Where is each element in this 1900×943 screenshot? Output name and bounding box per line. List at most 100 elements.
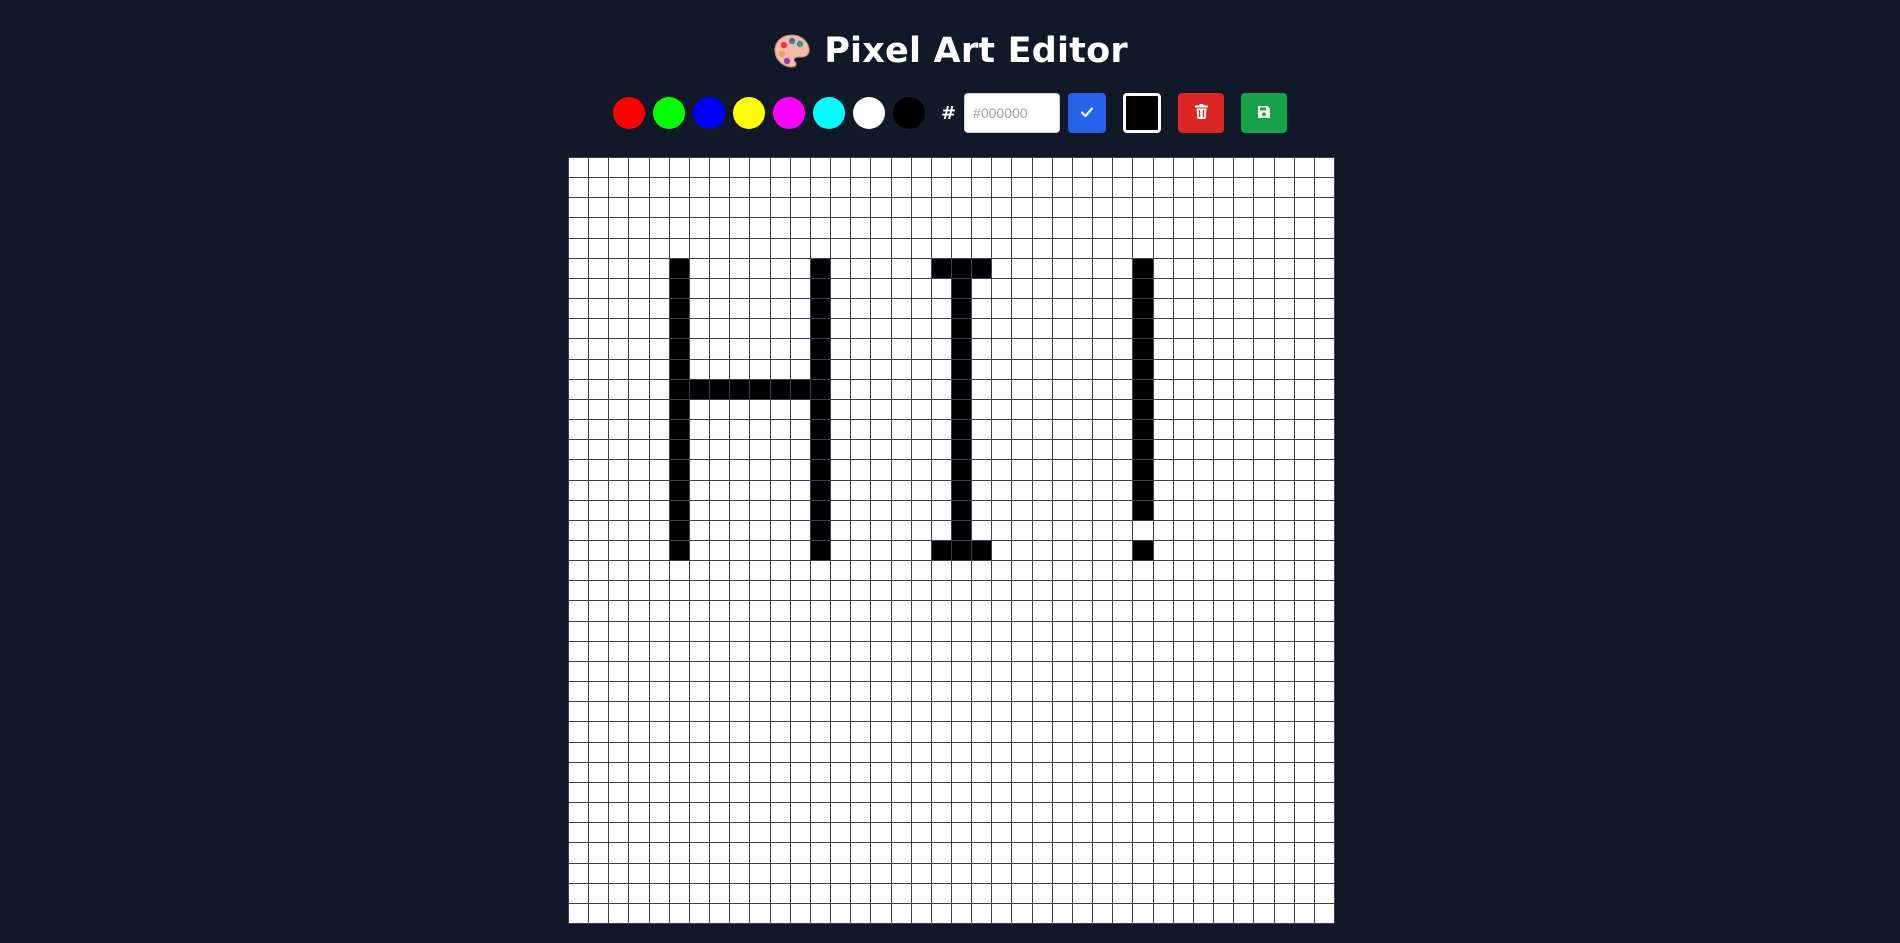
pixel-cell[interactable] <box>1214 883 1234 903</box>
pixel-cell[interactable] <box>669 158 689 178</box>
pixel-cell[interactable] <box>1052 440 1072 460</box>
pixel-cell[interactable] <box>1093 520 1113 540</box>
pixel-cell[interactable] <box>609 903 629 923</box>
pixel-cell[interactable] <box>710 742 730 762</box>
pixel-cell[interactable] <box>972 661 992 682</box>
pixel-cell[interactable] <box>851 198 871 218</box>
pixel-cell[interactable] <box>730 500 750 520</box>
pixel-cell[interactable] <box>689 399 710 420</box>
pixel-cell[interactable] <box>851 359 871 379</box>
pixel-cell[interactable] <box>1113 843 1133 863</box>
pixel-cell[interactable] <box>1113 823 1133 843</box>
pixel-cell[interactable] <box>1173 641 1193 661</box>
pixel-cell[interactable] <box>1012 460 1032 480</box>
pixel-cell[interactable] <box>609 661 629 682</box>
pixel-cell[interactable] <box>790 540 810 561</box>
pixel-cell[interactable] <box>1153 863 1173 883</box>
pixel-cell[interactable] <box>1274 601 1294 621</box>
pixel-cell[interactable] <box>972 863 992 883</box>
pixel-cell[interactable] <box>1294 399 1314 420</box>
pixel-cell[interactable] <box>1173 278 1193 299</box>
pixel-cell[interactable] <box>810 561 831 581</box>
pixel-cell[interactable] <box>1072 561 1093 581</box>
pixel-cell[interactable] <box>629 278 649 299</box>
pixel-cell[interactable] <box>770 843 790 863</box>
pixel-cell[interactable] <box>1314 158 1334 178</box>
pixel-cell[interactable] <box>689 682 710 702</box>
pixel-cell[interactable] <box>609 843 629 863</box>
pixel-cell[interactable] <box>1314 782 1334 803</box>
pixel-cell[interactable] <box>770 762 790 782</box>
pixel-cell[interactable] <box>1234 460 1254 480</box>
pixel-cell[interactable] <box>1052 218 1072 238</box>
pixel-cell[interactable] <box>1294 803 1314 823</box>
pixel-cell[interactable] <box>629 601 649 621</box>
pixel-cell[interactable] <box>871 198 891 218</box>
pixel-cell[interactable] <box>1032 641 1052 661</box>
pixel-cell[interactable] <box>1193 278 1214 299</box>
pixel-cell[interactable] <box>1012 883 1032 903</box>
pixel-cell[interactable] <box>951 158 972 178</box>
pixel-cell[interactable] <box>1214 359 1234 379</box>
pixel-cell[interactable] <box>911 561 931 581</box>
pixel-cell[interactable] <box>750 218 770 238</box>
pixel-cell[interactable] <box>992 621 1012 641</box>
pixel-cell[interactable] <box>1234 661 1254 682</box>
pixel-cell[interactable] <box>1133 420 1153 440</box>
pixel-cell[interactable] <box>1133 500 1153 520</box>
pixel-cell[interactable] <box>649 742 669 762</box>
pixel-cell[interactable] <box>710 621 730 641</box>
pixel-cell[interactable] <box>1093 903 1113 923</box>
pixel-cell[interactable] <box>931 903 951 923</box>
pixel-cell[interactable] <box>730 702 750 722</box>
pixel-cell[interactable] <box>750 843 770 863</box>
pixel-cell[interactable] <box>972 621 992 641</box>
pixel-cell[interactable] <box>1294 621 1314 641</box>
pixel-cell[interactable] <box>750 399 770 420</box>
pixel-cell[interactable] <box>1173 420 1193 440</box>
pixel-cell[interactable] <box>790 440 810 460</box>
pixel-cell[interactable] <box>851 803 871 823</box>
pixel-cell[interactable] <box>972 641 992 661</box>
pixel-cell[interactable] <box>972 823 992 843</box>
pixel-cell[interactable] <box>1173 601 1193 621</box>
pixel-cell[interactable] <box>1254 863 1274 883</box>
pixel-cell[interactable] <box>1193 782 1214 803</box>
pixel-cell[interactable] <box>1234 540 1254 561</box>
pixel-cell[interactable] <box>911 641 931 661</box>
pixel-cell[interactable] <box>831 198 851 218</box>
pixel-cell[interactable] <box>951 299 972 319</box>
pixel-cell[interactable] <box>1093 641 1113 661</box>
pixel-cell[interactable] <box>810 601 831 621</box>
pixel-cell[interactable] <box>951 883 972 903</box>
pixel-cell[interactable] <box>911 500 931 520</box>
pixel-cell[interactable] <box>669 863 689 883</box>
pixel-cell[interactable] <box>669 440 689 460</box>
pixel-cell[interactable] <box>891 299 911 319</box>
pixel-cell[interactable] <box>972 299 992 319</box>
pixel-cell[interactable] <box>770 379 790 399</box>
pixel-cell[interactable] <box>629 621 649 641</box>
pixel-cell[interactable] <box>649 198 669 218</box>
pixel-cell[interactable] <box>1153 480 1173 500</box>
pixel-cell[interactable] <box>1214 803 1234 823</box>
pixel-cell[interactable] <box>1314 762 1334 782</box>
pixel-cell[interactable] <box>689 258 710 278</box>
pixel-cell[interactable] <box>750 258 770 278</box>
pixel-cell[interactable] <box>750 319 770 339</box>
pixel-cell[interactable] <box>1012 722 1032 742</box>
pixel-cell[interactable] <box>790 883 810 903</box>
pixel-cell[interactable] <box>951 803 972 823</box>
pixel-cell[interactable] <box>770 359 790 379</box>
pixel-cell[interactable] <box>1093 460 1113 480</box>
pixel-cell[interactable] <box>1032 440 1052 460</box>
pixel-cell[interactable] <box>891 198 911 218</box>
pixel-cell[interactable] <box>951 903 972 923</box>
pixel-cell[interactable] <box>1153 843 1173 863</box>
pixel-cell[interactable] <box>1274 621 1294 641</box>
pixel-cell[interactable] <box>649 863 669 883</box>
pixel-cell[interactable] <box>951 641 972 661</box>
pixel-cell[interactable] <box>730 178 750 198</box>
pixel-cell[interactable] <box>992 359 1012 379</box>
pixel-cell[interactable] <box>1274 823 1294 843</box>
